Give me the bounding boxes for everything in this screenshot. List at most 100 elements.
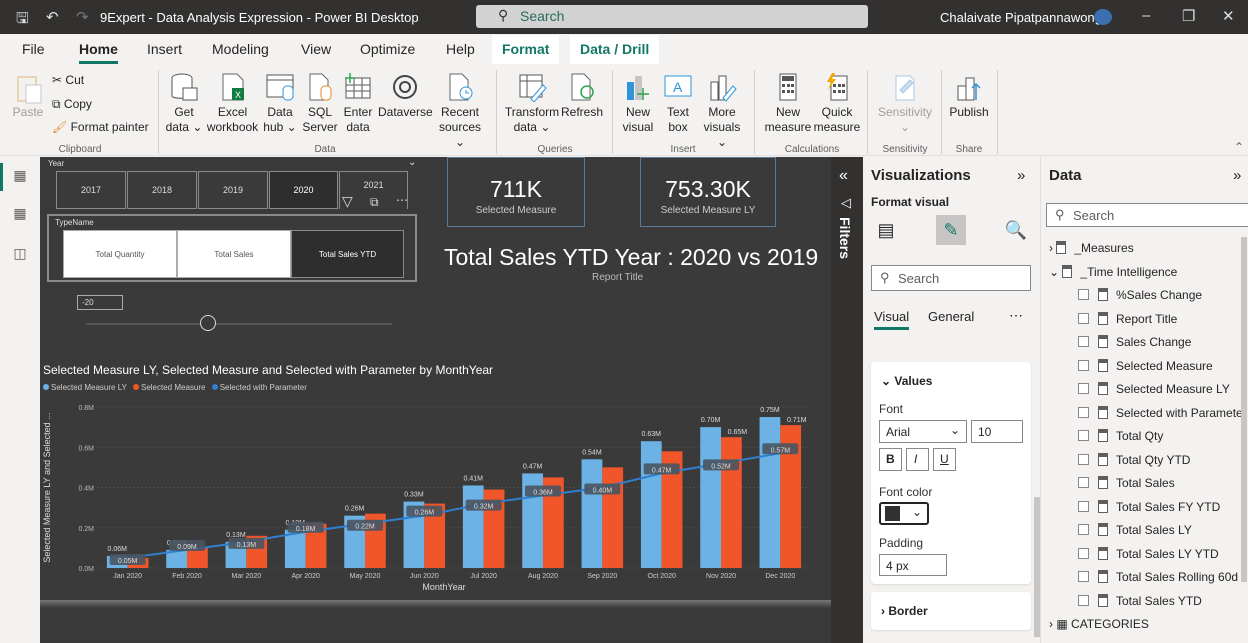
minimize-icon[interactable]: –: [1142, 7, 1150, 24]
field-checkbox[interactable]: [1078, 406, 1089, 418]
parameter-slider-thumb[interactable]: [200, 315, 217, 331]
table-view-icon[interactable]: ▦: [10, 205, 30, 225]
chevron-down-icon[interactable]: ⌄: [1049, 265, 1059, 279]
restore-icon[interactable]: ❐: [1182, 7, 1195, 25]
font-family-dropdown[interactable]: Arial ⌄: [879, 420, 967, 443]
report-view-icon[interactable]: ▦: [10, 167, 30, 187]
avatar[interactable]: [1094, 9, 1112, 25]
paste-button[interactable]: Paste: [12, 72, 44, 120]
chevron-right-icon[interactable]: ›: [1049, 241, 1053, 255]
field-item[interactable]: Total Sales: [1078, 476, 1175, 490]
recent-sources-button[interactable]: Recent sources ⌄: [434, 72, 486, 150]
global-search-input[interactable]: ⚲ Search: [476, 5, 868, 28]
format-painter-button[interactable]: 🖌 Format painter: [52, 120, 149, 134]
field-item[interactable]: Total Sales YTD: [1078, 593, 1202, 608]
undo-icon[interactable]: ↶: [46, 8, 59, 26]
field-checkbox[interactable]: [1078, 383, 1089, 394]
border-section[interactable]: › Border: [871, 592, 1031, 630]
quick-measure-button[interactable]: Quick measure: [812, 72, 862, 135]
publish-button[interactable]: Publish: [946, 72, 992, 120]
format-visual-icon[interactable]: ✎: [936, 215, 966, 245]
menu-view[interactable]: View: [301, 41, 331, 57]
menu-data-drill[interactable]: Data / Drill: [570, 35, 660, 64]
year-option-2018[interactable]: 2018: [127, 171, 197, 209]
values-section-header[interactable]: ⌄ Values: [881, 374, 932, 388]
data-search-input[interactable]: ⚲ Search: [1046, 203, 1248, 227]
padding-stepper[interactable]: 4 px: [879, 554, 947, 576]
legend-label[interactable]: Selected with Parameter: [220, 383, 307, 392]
user-name[interactable]: Chalaivate Pipatpannawong: [940, 10, 1102, 25]
field-item[interactable]: Total Sales LY: [1078, 523, 1192, 537]
redo-icon[interactable]: ↷: [76, 8, 89, 26]
menu-insert[interactable]: Insert: [147, 41, 182, 57]
chevron-right-icon[interactable]: ›: [1049, 617, 1053, 631]
refresh-button[interactable]: Refresh: [561, 72, 603, 120]
menu-optimize[interactable]: Optimize: [360, 41, 415, 57]
menu-format[interactable]: Format: [492, 35, 560, 64]
field-item[interactable]: Total Qty YTD: [1078, 452, 1190, 467]
combo-chart[interactable]: 0.0M 0.2M 0.4M 0.6M 0.8M Selected Measure LY …: [40, 397, 831, 597]
copy-button[interactable]: ⧉ Copy: [52, 97, 92, 112]
year-option-2019[interactable]: 2019: [198, 171, 268, 209]
pane-scrollbar[interactable]: [1034, 497, 1040, 637]
table-node[interactable]: ⌄ _Time Intelligence: [1049, 264, 1177, 279]
legend-label[interactable]: Selected Measure LY: [51, 383, 127, 392]
sql-server-button[interactable]: SQL Server: [302, 72, 338, 135]
save-icon[interactable]: 🖫: [16, 8, 29, 33]
field-checkbox[interactable]: [1078, 453, 1089, 465]
collapse-ribbon-icon[interactable]: ⌃: [1234, 140, 1244, 154]
menu-home[interactable]: Home: [79, 41, 118, 64]
collapse-pane-icon[interactable]: »: [1017, 167, 1025, 184]
tab-visual[interactable]: Visual: [874, 309, 910, 330]
field-item[interactable]: %Sales Change: [1078, 288, 1202, 302]
field-checkbox[interactable]: [1078, 359, 1089, 371]
bold-button[interactable]: B: [879, 448, 902, 471]
font-color-picker[interactable]: ⌄: [879, 502, 929, 525]
more-options-icon[interactable]: ⋯: [1009, 307, 1023, 324]
format-search-input[interactable]: ⚲ Search: [871, 265, 1031, 291]
type-option-total-quantity[interactable]: Total Quantity: [63, 230, 177, 278]
field-item[interactable]: Selected with Parameter: [1078, 405, 1247, 420]
field-item[interactable]: Report Title: [1078, 311, 1177, 326]
get-data-button[interactable]: Get data ⌄: [164, 72, 204, 135]
filters-pane-collapsed[interactable]: « ◁ Filters: [831, 157, 863, 643]
legend-label[interactable]: Selected Measure: [141, 383, 205, 392]
menu-help[interactable]: Help: [446, 41, 475, 57]
filter-icon[interactable]: ▽: [342, 193, 353, 210]
enter-data-button[interactable]: Enter data: [341, 72, 375, 135]
italic-button[interactable]: I: [906, 448, 929, 471]
field-checkbox[interactable]: [1078, 571, 1089, 582]
field-checkbox[interactable]: [1078, 289, 1089, 300]
more-options-icon[interactable]: ⋯: [396, 193, 408, 207]
field-checkbox[interactable]: [1078, 547, 1089, 559]
analytics-icon[interactable]: 🔍: [1001, 215, 1031, 245]
dataverse-button[interactable]: Dataverse: [378, 72, 433, 120]
field-item[interactable]: Total Sales LY YTD: [1078, 546, 1219, 561]
transform-data-button[interactable]: Transform data ⌄: [504, 72, 560, 135]
underline-button[interactable]: U: [933, 448, 956, 471]
year-option-2017[interactable]: 2017: [56, 171, 126, 209]
expand-chevron-icon[interactable]: «: [839, 167, 848, 185]
slicer-dropdown-chevron-icon[interactable]: ⌄: [408, 157, 416, 168]
data-hub-button[interactable]: Data hub ⌄: [262, 72, 298, 135]
parameter-input[interactable]: -20: [77, 295, 123, 310]
model-view-icon[interactable]: ◫: [10, 245, 30, 265]
field-checkbox[interactable]: [1078, 312, 1089, 324]
field-checkbox[interactable]: [1078, 336, 1089, 347]
type-option-total-sales[interactable]: Total Sales: [177, 230, 291, 278]
build-visual-icon[interactable]: ▤: [871, 215, 901, 245]
close-icon[interactable]: ✕: [1222, 7, 1235, 25]
excel-workbook-button[interactable]: X Excel workbook: [205, 72, 260, 135]
field-checkbox[interactable]: [1078, 524, 1089, 535]
new-visual-button[interactable]: New visual: [620, 72, 656, 135]
field-item[interactable]: Total Sales FY YTD: [1078, 499, 1220, 514]
tab-general[interactable]: General: [928, 309, 974, 324]
table-node[interactable]: › _Measures: [1049, 241, 1134, 255]
field-item[interactable]: Total Sales Rolling 60d: [1078, 570, 1238, 584]
menu-modeling[interactable]: Modeling: [212, 41, 269, 57]
parameter-slider-track[interactable]: [86, 323, 392, 325]
field-checkbox[interactable]: [1078, 594, 1089, 606]
field-item[interactable]: Selected Measure: [1078, 358, 1213, 373]
field-item[interactable]: Selected Measure LY: [1078, 382, 1230, 396]
border-section-header[interactable]: › Border: [881, 604, 928, 618]
